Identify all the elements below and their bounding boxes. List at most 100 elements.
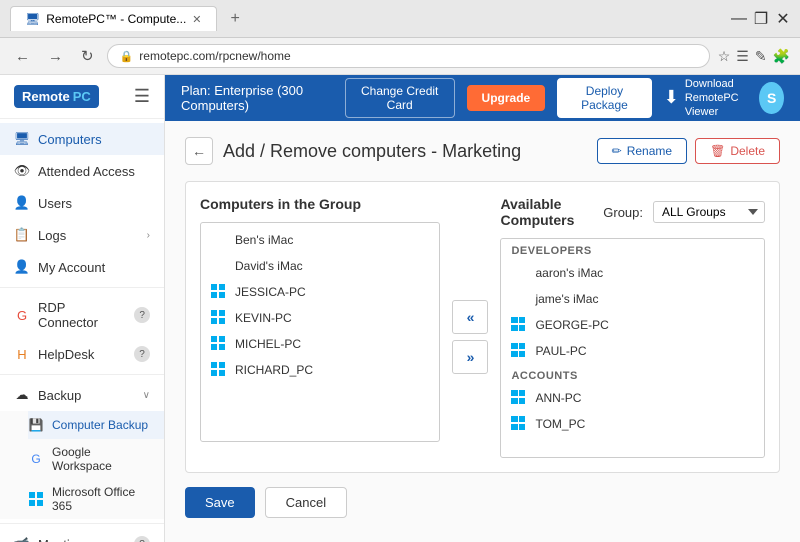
- group-select[interactable]: ALL Groups DEVELOPERS ACCOUNTS: [653, 201, 765, 223]
- list-item[interactable]: RICHARD_PC: [201, 357, 439, 383]
- close-button[interactable]: ✕: [776, 12, 790, 26]
- sidebar-item-meeting[interactable]: 📹 Meeting ?: [0, 528, 164, 542]
- monitor-icon: 🖥: [14, 131, 30, 147]
- plan-label: Plan: Enterprise (300 Computers): [181, 83, 333, 113]
- back-button[interactable]: ←: [185, 137, 213, 165]
- list-item[interactable]: aaron's iMac: [501, 260, 764, 286]
- rdp-help-badge[interactable]: ?: [134, 307, 150, 323]
- sidebar-item-computer-backup[interactable]: 💾 Computer Backup: [28, 411, 164, 439]
- sidebar-item-computers[interactable]: 🖥 Computers: [0, 123, 164, 155]
- sidebar-helpdesk-label: HelpDesk: [38, 347, 94, 362]
- edit-icon[interactable]: ✎: [755, 48, 767, 65]
- hamburger-icon[interactable]: ☰: [134, 86, 150, 107]
- cancel-button[interactable]: Cancel: [265, 487, 347, 518]
- transfer-buttons: « »: [452, 300, 488, 374]
- sidebar-divider-1: [0, 287, 164, 288]
- computers-in-group-inner: Ben's iMac David's iMac JESSICA-PC: [201, 223, 439, 387]
- sidebar-item-logs[interactable]: 📋 Logs ›: [0, 219, 164, 251]
- windows-icon: [511, 416, 527, 432]
- microsoft-label: Microsoft Office 365: [52, 485, 150, 513]
- transfer-left-button[interactable]: «: [452, 300, 488, 334]
- new-tab-button[interactable]: +: [225, 8, 246, 30]
- list-item[interactable]: JESSICA-PC: [201, 279, 439, 305]
- sidebar-item-my-account[interactable]: 👤 My Account: [0, 251, 164, 283]
- sidebar-meeting-label: Meeting: [38, 537, 84, 542]
- address-bar[interactable]: 🔒 remotepc.com/rpcnew/home: [107, 44, 710, 68]
- window-controls: — ❐ ✕: [732, 12, 790, 26]
- sidebar-item-helpdesk[interactable]: H HelpDesk ?: [0, 338, 164, 370]
- app-shell: RemotePC ☰ 🖥 Computers 👁 Attended Access…: [0, 75, 800, 542]
- sidebar-item-attended-access[interactable]: 👁 Attended Access: [0, 155, 164, 187]
- list-item[interactable]: PAUL-PC: [501, 338, 764, 364]
- list-item[interactable]: KEVIN-PC: [201, 305, 439, 331]
- main-content: Plan: Enterprise (300 Computers) Change …: [165, 75, 800, 542]
- chevron-right-double-icon: »: [467, 349, 475, 365]
- computer-name: ANN-PC: [535, 391, 581, 405]
- list-item[interactable]: jame's iMac: [501, 286, 764, 312]
- sidebar-item-logs-label: Logs: [38, 228, 66, 243]
- computer-name: Ben's iMac: [235, 233, 293, 247]
- browser-action-icons: ☆ ☰ ✎ 🧩: [718, 48, 790, 65]
- transfer-right-button[interactable]: »: [452, 340, 488, 374]
- sidebar-item-microsoft-office[interactable]: Microsoft Office 365: [28, 479, 164, 519]
- list-item[interactable]: Ben's iMac: [201, 227, 439, 253]
- delete-button[interactable]: 🗑 Delete: [695, 138, 780, 164]
- sidebar-item-backup[interactable]: ☁ Backup ∨: [0, 379, 164, 411]
- download-viewer-button[interactable]: ⬇ DownloadRemotePC Viewer: [664, 77, 750, 120]
- maximize-button[interactable]: ❐: [754, 12, 768, 26]
- tab-title: RemotePC™ - Compute...: [46, 12, 186, 26]
- apple-icon: [511, 265, 527, 281]
- computer-name: jame's iMac: [535, 292, 598, 306]
- deploy-package-button[interactable]: Deploy Package: [557, 78, 652, 118]
- change-credit-card-button[interactable]: Change Credit Card: [345, 78, 455, 118]
- minimize-button[interactable]: —: [732, 12, 746, 26]
- bookmark-icon[interactable]: ☆: [718, 48, 731, 65]
- google-workspace-label: Google Workspace: [52, 445, 150, 473]
- computers-in-group-list[interactable]: Ben's iMac David's iMac JESSICA-PC: [200, 222, 440, 442]
- rename-button[interactable]: ✏ Rename: [597, 138, 687, 164]
- extensions-icon[interactable]: 🧩: [773, 48, 790, 65]
- lock-icon: 🔒: [120, 50, 134, 63]
- windows-icon: [511, 343, 527, 359]
- back-nav-button[interactable]: ←: [10, 46, 35, 67]
- list-item[interactable]: MICHEL-PC: [201, 331, 439, 357]
- microsoft-icon: [28, 491, 44, 507]
- list-item[interactable]: David's iMac: [201, 253, 439, 279]
- sidebar-nav: 🖥 Computers 👁 Attended Access 👤 Users 📋 …: [0, 119, 164, 542]
- save-button[interactable]: Save: [185, 487, 255, 518]
- top-navbar: Plan: Enterprise (300 Computers) Change …: [165, 75, 800, 121]
- helpdesk-help-badge[interactable]: ?: [134, 346, 150, 362]
- forward-nav-button[interactable]: →: [43, 46, 68, 67]
- list-item[interactable]: GEORGE-PC: [501, 312, 764, 338]
- rdp-icon: G: [14, 307, 30, 323]
- transfer-area: Computers in the Group Ben's iMac David'…: [185, 181, 780, 473]
- computer-name: aaron's iMac: [535, 266, 603, 280]
- sidebar-backup-label: Backup: [38, 388, 81, 403]
- available-computers-list[interactable]: DEVELOPERS aaron's iMac jame's iMac: [500, 238, 765, 458]
- sidebar: RemotePC ☰ 🖥 Computers 👁 Attended Access…: [0, 75, 165, 542]
- apple-icon: [511, 291, 527, 307]
- logo: RemotePC: [14, 85, 99, 108]
- upgrade-button[interactable]: Upgrade: [467, 85, 546, 111]
- chevron-left-double-icon: «: [467, 309, 475, 325]
- menu-icon[interactable]: ☰: [736, 48, 749, 65]
- rename-icon: ✏: [612, 144, 622, 158]
- download-label: DownloadRemotePC Viewer: [685, 77, 750, 120]
- google-workspace-icon: G: [28, 451, 44, 467]
- computer-name: GEORGE-PC: [535, 318, 608, 332]
- page-actions: ✏ Rename 🗑 Delete: [597, 138, 780, 164]
- tab-close-icon[interactable]: ✕: [192, 13, 201, 26]
- list-item[interactable]: TOM_PC: [501, 411, 764, 437]
- user-avatar[interactable]: S: [759, 82, 784, 114]
- users-icon: 👤: [14, 195, 30, 211]
- windows-icon: [211, 336, 227, 352]
- browser-addressbar: ← → ↻ 🔒 remotepc.com/rpcnew/home ☆ ☰ ✎ 🧩: [0, 38, 800, 74]
- list-item[interactable]: ANN-PC: [501, 385, 764, 411]
- sidebar-item-users[interactable]: 👤 Users: [0, 187, 164, 219]
- sidebar-item-google-workspace[interactable]: G Google Workspace: [28, 439, 164, 479]
- backup-icon: ☁: [14, 387, 30, 403]
- browser-tab[interactable]: 🖥 RemotePC™ - Compute... ✕: [10, 6, 217, 31]
- refresh-button[interactable]: ↻: [76, 45, 99, 67]
- sidebar-item-users-label: Users: [38, 196, 72, 211]
- sidebar-item-rdp-connector[interactable]: G RDP Connector ?: [0, 292, 164, 338]
